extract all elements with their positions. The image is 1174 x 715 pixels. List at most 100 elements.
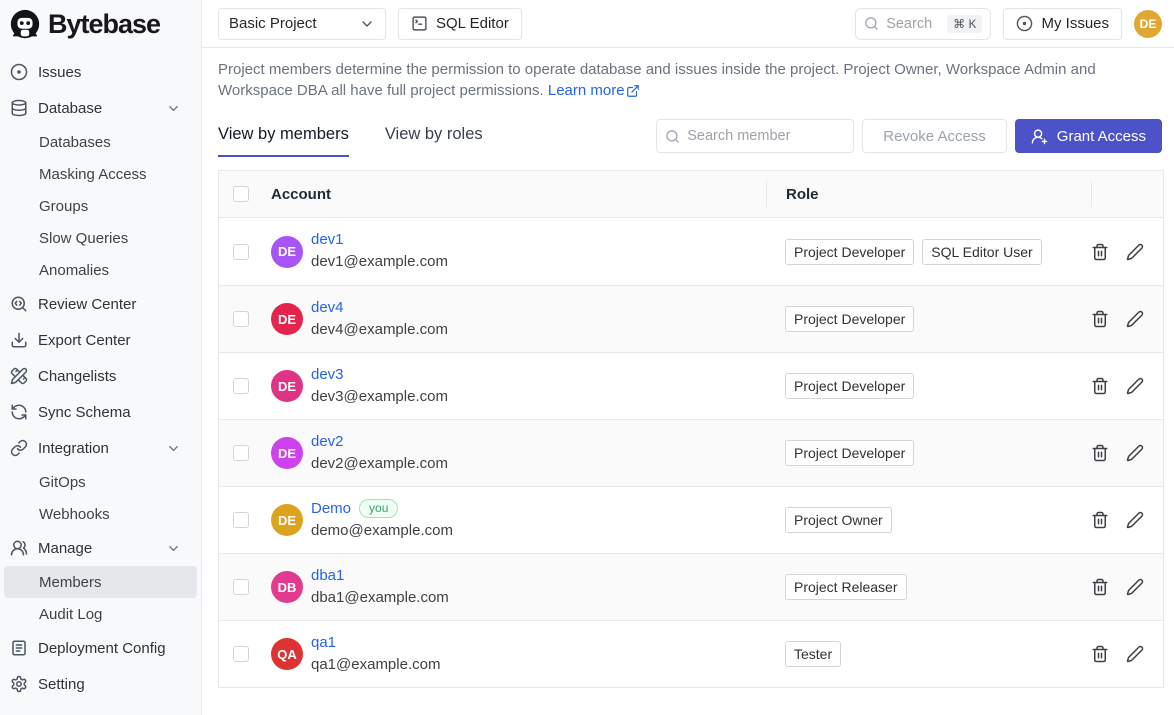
search-member-input[interactable]: Search member xyxy=(656,119,854,153)
global-search-placeholder: Search xyxy=(886,16,932,32)
sidebar-item-sync-schema[interactable]: Sync Schema xyxy=(4,394,197,430)
you-badge: you xyxy=(359,499,398,518)
delete-member-button[interactable] xyxy=(1091,444,1109,462)
column-header-actions xyxy=(1091,181,1163,207)
row-checkbox[interactable] xyxy=(233,579,249,595)
page-description: Project members determine the permission… xyxy=(218,59,1162,101)
logo[interactable]: Bytebase xyxy=(0,0,201,48)
grant-access-button[interactable]: Grant Access xyxy=(1015,119,1162,153)
member-name-link[interactable]: dba1 xyxy=(311,567,344,585)
sidebar-item-databases[interactable]: Databases xyxy=(4,126,197,158)
sidebar-item-gitops[interactable]: GitOps xyxy=(4,466,197,498)
account-cell: DEdev1dev1@example.com xyxy=(271,231,766,272)
sidebar-item-label: Audit Log xyxy=(39,606,187,623)
sidebar-item-label: Webhooks xyxy=(39,506,187,523)
member-avatar: DE xyxy=(271,236,303,268)
member-name-link[interactable]: dev1 xyxy=(311,231,344,249)
view-tabs: View by members View by roles xyxy=(218,115,483,157)
sidebar-item-masking-access[interactable]: Masking Access xyxy=(4,158,197,190)
edit-member-button[interactable] xyxy=(1126,243,1144,261)
edit-member-button[interactable] xyxy=(1126,645,1144,663)
revoke-access-button[interactable]: Revoke Access xyxy=(862,119,1007,153)
sidebar-item-setting[interactable]: Setting xyxy=(4,666,197,702)
sidebar-item-issues[interactable]: Issues xyxy=(4,54,197,90)
delete-member-button[interactable] xyxy=(1091,310,1109,328)
main-area: Basic Project SQL Editor Search ⌘ K My I… xyxy=(202,0,1174,715)
sidebar-item-audit-log[interactable]: Audit Log xyxy=(4,598,197,630)
sidebar-item-label: Setting xyxy=(38,676,187,693)
sidebar-item-anomalies[interactable]: Anomalies xyxy=(4,254,197,286)
actions-cell xyxy=(1091,444,1163,462)
search-icon xyxy=(665,129,680,144)
row-checkbox[interactable] xyxy=(233,512,249,528)
sidebar-item-export-center[interactable]: Export Center xyxy=(4,322,197,358)
table-row-dev2: DEdev2dev2@example.comProject Developer xyxy=(219,419,1163,486)
select-all-checkbox[interactable] xyxy=(233,186,249,202)
sql-editor-button[interactable]: SQL Editor xyxy=(398,8,522,40)
row-checkbox[interactable] xyxy=(233,646,249,662)
manage-icon xyxy=(10,539,28,557)
role-chip-project-owner: Project Owner xyxy=(785,507,892,533)
row-checkbox[interactable] xyxy=(233,244,249,260)
delete-member-button[interactable] xyxy=(1091,578,1109,596)
user-plus-icon xyxy=(1031,128,1048,145)
sidebar-item-label: Deployment Config xyxy=(38,640,187,657)
tab-view-by-members[interactable]: View by members xyxy=(218,115,349,157)
member-email: demo@example.com xyxy=(311,521,453,541)
member-name-link[interactable]: qa1 xyxy=(311,634,336,652)
learn-more-label: Learn more xyxy=(548,80,625,101)
learn-more-link[interactable]: Learn more xyxy=(548,80,640,101)
sidebar-item-integration[interactable]: Integration xyxy=(4,430,197,466)
delete-member-button[interactable] xyxy=(1091,645,1109,663)
member-name-link[interactable]: dev3 xyxy=(311,366,344,384)
account-cell: QAqa1qa1@example.com xyxy=(271,634,766,675)
role-chip-project-developer: Project Developer xyxy=(785,306,914,332)
project-select[interactable]: Basic Project xyxy=(218,8,386,40)
search-member-placeholder: Search member xyxy=(687,128,790,144)
sidebar-item-groups[interactable]: Groups xyxy=(4,190,197,222)
my-issues-button[interactable]: My Issues xyxy=(1003,8,1122,40)
member-email: dba1@example.com xyxy=(311,588,449,608)
edit-member-button[interactable] xyxy=(1126,310,1144,328)
tab-view-by-roles[interactable]: View by roles xyxy=(385,115,483,157)
member-name-link[interactable]: dev2 xyxy=(311,433,344,451)
edit-member-button[interactable] xyxy=(1126,444,1144,462)
member-identity: dev2dev2@example.com xyxy=(311,433,448,474)
sidebar-item-label: Databases xyxy=(39,134,187,151)
member-name-link[interactable]: Demo xyxy=(311,500,351,518)
sidebar-item-changelists[interactable]: Changelists xyxy=(4,358,197,394)
chevron-down-icon xyxy=(166,441,181,456)
circle-dot-icon xyxy=(1016,15,1033,32)
sidebar-item-members[interactable]: Members xyxy=(4,566,197,598)
delete-member-button[interactable] xyxy=(1091,511,1109,529)
table-row-dba1: DBdba1dba1@example.comProject Releaser xyxy=(219,553,1163,620)
sidebar-item-manage[interactable]: Manage xyxy=(4,530,197,566)
sidebar-item-database[interactable]: Database xyxy=(4,90,197,126)
row-checkbox[interactable] xyxy=(233,445,249,461)
role-chip-project-developer: Project Developer xyxy=(785,440,914,466)
sidebar-item-slow-queries[interactable]: Slow Queries xyxy=(4,222,197,254)
actions-cell xyxy=(1091,578,1163,596)
edit-member-button[interactable] xyxy=(1126,377,1144,395)
edit-member-button[interactable] xyxy=(1126,511,1144,529)
role-column-label: Role xyxy=(786,186,819,203)
row-checkbox[interactable] xyxy=(233,311,249,327)
account-cell: DEdev3dev3@example.com xyxy=(271,366,766,407)
sidebar-item-review-center[interactable]: Review Center xyxy=(4,286,197,322)
member-name-link[interactable]: dev4 xyxy=(311,299,344,317)
delete-member-button[interactable] xyxy=(1091,377,1109,395)
sidebar-item-deployment-config[interactable]: Deployment Config xyxy=(4,630,197,666)
edit-member-button[interactable] xyxy=(1126,578,1144,596)
description-text: Project members determine the permission… xyxy=(218,61,1096,99)
sql-editor-label: SQL Editor xyxy=(436,15,509,32)
delete-member-button[interactable] xyxy=(1091,243,1109,261)
row-checkbox[interactable] xyxy=(233,378,249,394)
sidebar-item-label: Database xyxy=(38,100,156,117)
chevron-down-icon xyxy=(166,101,181,116)
sidebar-item-webhooks[interactable]: Webhooks xyxy=(4,498,197,530)
role-cell: Project Owner xyxy=(766,507,1091,533)
member-avatar: DE xyxy=(271,370,303,402)
user-avatar[interactable]: DE xyxy=(1134,10,1162,38)
global-search-input[interactable]: Search ⌘ K xyxy=(855,8,991,40)
project-select-value: Basic Project xyxy=(229,15,317,32)
